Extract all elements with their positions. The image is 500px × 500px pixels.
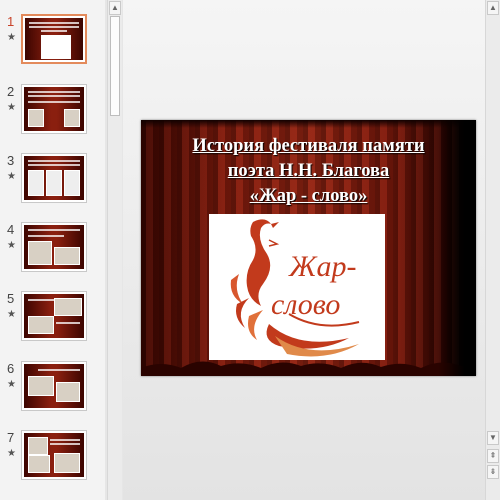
thumbnail-preview bbox=[25, 18, 83, 60]
thumbnail-7[interactable]: 7 ★ bbox=[0, 430, 105, 486]
thumbnail-frame[interactable] bbox=[21, 84, 87, 134]
animation-star-icon: ★ bbox=[7, 309, 16, 320]
slide-title-line-3: «Жар - слово» bbox=[249, 186, 368, 206]
thumbnail-frame[interactable] bbox=[21, 153, 87, 203]
thumbnail-5[interactable]: 5 ★ bbox=[0, 291, 105, 347]
thumbnail-preview bbox=[24, 87, 84, 131]
thumbnail-1[interactable]: 1 ★ bbox=[0, 14, 105, 70]
thumbnail-number: 1 bbox=[7, 14, 15, 29]
festival-logo-image[interactable]: Жар- слово bbox=[209, 214, 385, 360]
thumbnail-frame[interactable] bbox=[21, 361, 87, 411]
animation-star-icon: ★ bbox=[7, 171, 16, 182]
thumbnail-frame[interactable] bbox=[21, 291, 87, 341]
slide-scrollbar[interactable]: ▲ ▼ ⇞ ⇟ bbox=[485, 0, 500, 500]
animation-star-icon: ★ bbox=[7, 32, 16, 43]
thumbnail-scrollbar[interactable]: ▲ bbox=[107, 0, 122, 500]
animation-star-icon: ★ bbox=[7, 448, 16, 459]
previous-slide-icon[interactable]: ⇞ bbox=[487, 449, 499, 463]
animation-star-icon: ★ bbox=[7, 240, 16, 251]
animation-star-icon: ★ bbox=[7, 379, 16, 390]
thumbnail-2[interactable]: 2 ★ bbox=[0, 84, 105, 140]
thumbnail-number: 6 bbox=[7, 361, 15, 376]
slide-thumbnail-pane: 1 ★ 2 ★ 3 ★ 4 ★ 5 ★ 6 ★ 7 ★ bbox=[0, 0, 105, 500]
thumbnail-scroll-thumb[interactable] bbox=[110, 16, 120, 116]
thumbnail-6[interactable]: 6 ★ bbox=[0, 361, 105, 417]
scroll-up-arrow-icon[interactable]: ▲ bbox=[109, 1, 121, 15]
thumbnail-frame[interactable] bbox=[21, 14, 87, 64]
thumbnail-frame[interactable] bbox=[21, 222, 87, 272]
thumbnail-number: 5 bbox=[7, 291, 15, 306]
current-slide[interactable]: История фестиваля памяти поэта Н.Н. Благ… bbox=[141, 120, 476, 376]
thumbnail-number: 7 bbox=[7, 430, 15, 445]
firebird-logo-icon: Жар- слово bbox=[230, 219, 360, 357]
animation-star-icon: ★ bbox=[7, 102, 16, 113]
slide-title-line-1: История фестиваля памяти bbox=[192, 136, 425, 156]
slide-title-line-2: поэта Н.Н. Благова bbox=[227, 161, 390, 181]
scroll-down-arrow-icon[interactable]: ▼ bbox=[487, 431, 499, 445]
curtain-top-shadow bbox=[141, 120, 476, 128]
next-slide-icon[interactable]: ⇟ bbox=[487, 465, 499, 479]
thumbnail-preview bbox=[24, 225, 84, 269]
thumbnail-number: 3 bbox=[7, 153, 15, 168]
thumbnail-3[interactable]: 3 ★ bbox=[0, 153, 105, 209]
thumbnail-number: 4 bbox=[7, 222, 15, 237]
thumbnail-preview bbox=[24, 364, 84, 408]
logo-word-2: слово bbox=[271, 288, 340, 321]
logo-word-1: Жар- bbox=[288, 250, 356, 283]
thumbnail-number: 2 bbox=[7, 84, 15, 99]
thumbnail-preview bbox=[24, 294, 84, 338]
scroll-up-arrow-icon[interactable]: ▲ bbox=[487, 1, 499, 15]
thumbnail-4[interactable]: 4 ★ bbox=[0, 222, 105, 278]
slide-title[interactable]: История фестиваля памяти поэта Н.Н. Благ… bbox=[141, 134, 476, 209]
thumbnail-preview bbox=[24, 156, 84, 200]
thumbnail-frame[interactable] bbox=[21, 430, 87, 480]
thumbnail-preview bbox=[24, 433, 84, 477]
